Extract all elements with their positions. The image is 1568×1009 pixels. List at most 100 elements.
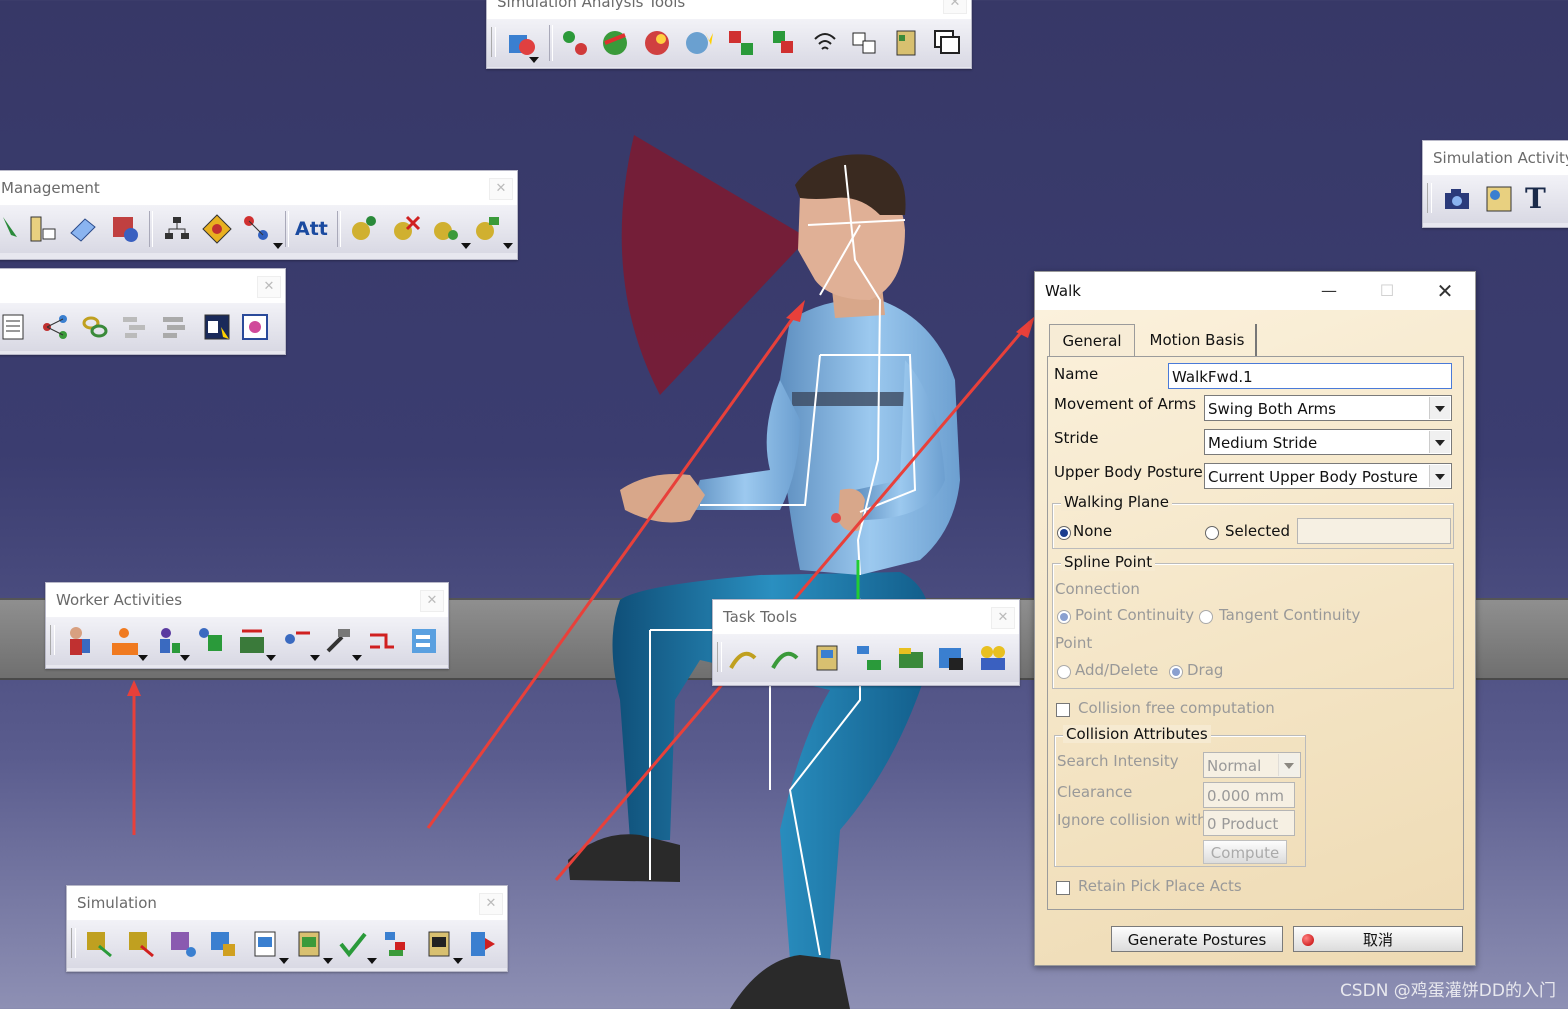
radio-selected[interactable] (1205, 526, 1219, 540)
sequence-icon[interactable] (27, 213, 59, 245)
chevron-down-icon[interactable] (1429, 465, 1450, 487)
retain-pick-place-checkbox[interactable] (1056, 881, 1070, 895)
wifi-sensor-icon[interactable] (809, 27, 841, 59)
film-edit-icon[interactable] (811, 642, 843, 674)
band-analysis-icon[interactable] (599, 27, 631, 59)
chevron-down-icon[interactable] (1429, 431, 1450, 453)
film-sequence-icon[interactable] (889, 27, 921, 59)
attribute-icon[interactable]: Att (295, 213, 328, 245)
cubes-alt-icon[interactable] (767, 27, 799, 59)
place-activity-icon[interactable] (194, 625, 226, 657)
chevron-down-icon[interactable] (266, 655, 276, 661)
pick-activity-icon[interactable] (152, 625, 184, 657)
radio-point-continuity[interactable] (1057, 610, 1071, 624)
close-icon[interactable]: ✕ (991, 607, 1015, 629)
simulate-alt-icon[interactable] (125, 928, 157, 960)
select-arrow-icon[interactable] (0, 213, 29, 245)
radio-drag[interactable] (1169, 665, 1183, 679)
chevron-down-icon[interactable] (453, 958, 463, 964)
clearance-field[interactable]: 0.000 mm (1203, 782, 1295, 808)
minimize-icon[interactable]: — (1301, 272, 1357, 310)
plane-selection-field[interactable] (1297, 518, 1451, 544)
sphere-analysis-icon[interactable] (641, 27, 673, 59)
chevron-down-icon[interactable] (1429, 397, 1450, 419)
gear-remove-icon[interactable] (389, 213, 421, 245)
toolbar-grip[interactable] (717, 642, 722, 672)
collision-free-checkbox[interactable] (1056, 703, 1070, 717)
move-to-posture-icon[interactable] (236, 625, 268, 657)
name-field[interactable]: WalkFwd.1 (1168, 363, 1452, 389)
simulate-icon[interactable] (83, 928, 115, 960)
chevron-down-icon[interactable] (367, 958, 377, 964)
film-record-icon[interactable] (423, 928, 455, 960)
document-icon[interactable] (0, 311, 29, 343)
close-icon[interactable]: ✕ (1417, 272, 1473, 310)
tab-general[interactable]: General (1049, 324, 1135, 357)
gantt-alt-disabled-icon[interactable] (159, 311, 191, 343)
cubes-icon[interactable] (725, 27, 757, 59)
workers-icon[interactable] (977, 642, 1009, 674)
simulate-manage-icon[interactable] (207, 928, 239, 960)
chevron-down-icon[interactable] (323, 958, 333, 964)
maximize-icon[interactable]: ☐ (1359, 272, 1415, 310)
radio-tangent-continuity[interactable] (1199, 610, 1213, 624)
gear-cycle-icon[interactable] (429, 213, 461, 245)
search-intensity-select[interactable]: Normal (1203, 752, 1301, 778)
ignore-collision-field[interactable]: 0 Product (1203, 810, 1295, 836)
posture-select[interactable]: Current Upper Body Posture (1204, 463, 1452, 489)
chevron-down-icon[interactable] (1278, 754, 1299, 776)
toolbar-grip[interactable] (50, 625, 55, 655)
eraser-icon[interactable] (67, 213, 99, 245)
film-player-icon[interactable] (249, 928, 281, 960)
close-icon[interactable]: ✕ (257, 276, 281, 298)
command-window-icon[interactable] (201, 311, 233, 343)
replay-icon[interactable] (467, 928, 499, 960)
text-tool-icon[interactable]: T (1525, 183, 1557, 215)
diamond-link-icon[interactable] (201, 213, 233, 245)
chevron-down-icon[interactable] (529, 57, 539, 63)
chain-link-icon[interactable] (79, 311, 111, 343)
close-icon[interactable]: ✕ (479, 893, 503, 915)
copy-window-icon[interactable] (931, 27, 963, 59)
chevron-down-icon[interactable] (138, 655, 148, 661)
path-curve-alt-icon[interactable] (769, 642, 801, 674)
resource-manage-icon[interactable] (109, 213, 141, 245)
chevron-down-icon[interactable] (273, 243, 283, 249)
chevron-down-icon[interactable] (180, 655, 190, 661)
close-icon[interactable]: ✕ (943, 0, 967, 14)
chevron-down-icon[interactable] (461, 243, 471, 249)
path-curve-icon[interactable] (727, 642, 759, 674)
operate-icon[interactable] (280, 625, 312, 657)
compute-button[interactable]: Compute (1203, 840, 1287, 864)
film-player-alt-icon[interactable] (293, 928, 325, 960)
camera-icon[interactable] (1441, 183, 1473, 215)
image-icon[interactable] (1483, 183, 1515, 215)
chevron-down-icon[interactable] (279, 958, 289, 964)
arms-select[interactable]: Swing Both Arms (1204, 395, 1452, 421)
walk-activity-icon[interactable] (108, 625, 140, 657)
cancel-button[interactable]: 取消 (1293, 926, 1463, 952)
settings-window-icon[interactable] (239, 311, 271, 343)
save-disk-icon[interactable] (935, 642, 967, 674)
chevron-down-icon[interactable] (352, 655, 362, 661)
gantt-disabled-icon[interactable] (119, 311, 151, 343)
toolbar-grip[interactable] (491, 27, 496, 57)
hierarchy-icon[interactable] (161, 213, 193, 245)
generate-postures-button[interactable]: Generate Postures (1111, 926, 1283, 952)
simulate-step-icon[interactable] (167, 928, 199, 960)
stride-select[interactable]: Medium Stride (1204, 429, 1452, 455)
worker-icon[interactable] (62, 625, 94, 657)
point-link-icon[interactable] (241, 213, 273, 245)
folder-open-icon[interactable] (895, 642, 927, 674)
chevron-down-icon[interactable] (310, 655, 320, 661)
chevron-down-icon[interactable] (503, 243, 513, 249)
connector-icon[interactable] (366, 625, 398, 657)
tab-motion-basis[interactable]: Motion Basis (1139, 324, 1257, 356)
check-validate-icon[interactable] (337, 928, 369, 960)
toolbar-grip[interactable] (1427, 183, 1432, 213)
hammer-icon[interactable] (322, 625, 354, 657)
gear-stack-icon[interactable] (471, 213, 503, 245)
close-icon[interactable]: ✕ (420, 590, 444, 612)
gear-link-icon[interactable] (347, 213, 379, 245)
task-list-icon[interactable] (408, 625, 440, 657)
